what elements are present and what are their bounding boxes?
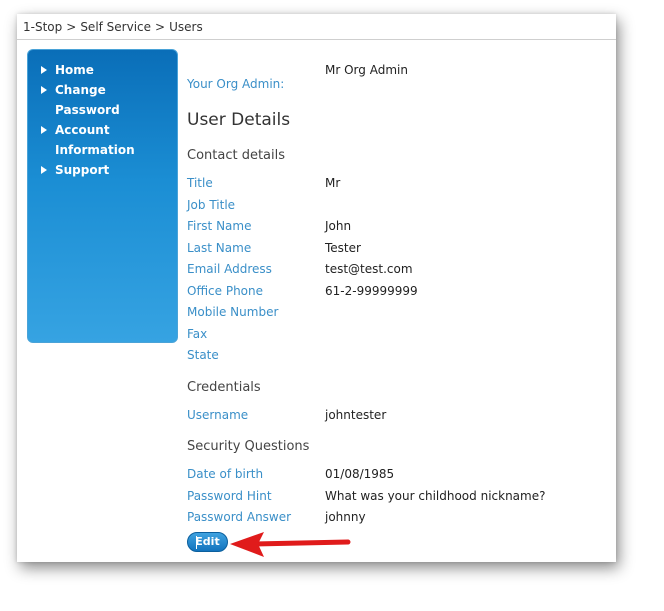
sidebar-item-label: Change (55, 83, 106, 97)
field-label: Fax (187, 327, 208, 341)
field-label: Last Name (187, 241, 252, 255)
field-value: Mr (325, 176, 341, 190)
field-row-mobile-number: Mobile Number (187, 305, 607, 323)
field-label: Your Org Admin: (187, 77, 285, 91)
field-value: johntester (325, 408, 387, 422)
sidebar-item-change-password[interactable]: Change Password (28, 80, 168, 120)
field-label: Date of birth (187, 467, 264, 481)
breadcrumb-link-self-service[interactable]: Self Service (80, 20, 151, 34)
field-row-job-title: Job Title (187, 198, 607, 216)
field-value: test@test.com (325, 262, 413, 276)
sidebar-item-label-line2: Password (55, 103, 120, 117)
field-label: First Name (187, 219, 252, 233)
sidebar-item-home[interactable]: Home (28, 60, 168, 80)
field-row-title: Title Mr (187, 176, 607, 194)
edit-button[interactable]: Edit (187, 532, 228, 552)
field-row-username: Username johntester (187, 408, 607, 426)
sidebar-item-label-line2: Information (55, 143, 135, 157)
field-label: Password Answer (187, 510, 292, 524)
field-label: Mobile Number (187, 305, 279, 319)
triangle-right-icon (41, 166, 47, 174)
main-content: Your Org Admin: Mr Org Admin User Detail… (187, 14, 607, 562)
breadcrumb-separator: > (66, 20, 77, 34)
field-row-office-phone: Office Phone 61-2-99999999 (187, 284, 607, 302)
sidebar-item-label: Support (55, 163, 110, 177)
field-row-first-name: First Name John (187, 219, 607, 237)
field-row-email: Email Address test@test.com (187, 262, 607, 280)
text-cursor (196, 536, 197, 549)
sidebar-item-label: Home (55, 63, 94, 77)
edit-button-label: Edit (195, 535, 220, 548)
field-value: johnny (325, 510, 366, 524)
field-value: What was your childhood nickname? (325, 489, 546, 503)
sidebar-item-support[interactable]: Support (28, 160, 168, 180)
org-admin-row: Your Org Admin: Mr Org Admin (187, 63, 607, 95)
field-label: Title (187, 176, 213, 190)
page-title: User Details (187, 110, 291, 130)
field-label: Username (187, 408, 249, 422)
field-value: Mr Org Admin (325, 63, 408, 77)
breadcrumb-link-1-stop[interactable]: 1-Stop (23, 20, 62, 34)
breadcrumb-separator: > (155, 20, 166, 34)
field-label: Email Address (187, 262, 272, 276)
section-heading-credentials: Credentials (187, 380, 261, 395)
triangle-right-icon (41, 126, 47, 134)
section-heading-contact: Contact details (187, 148, 286, 163)
sidebar-item-account-information[interactable]: Account Information (28, 120, 168, 160)
sidebar-nav: Home Change Password Account Information… (27, 49, 178, 343)
triangle-right-icon (41, 86, 47, 94)
field-value: John (325, 219, 352, 233)
field-value: 61-2-99999999 (325, 284, 418, 298)
field-value: 01/08/1985 (325, 467, 395, 481)
field-label: Job Title (187, 198, 236, 212)
screenshot-frame: 1-Stop > Self Service > Users Home Change Pa… (17, 14, 616, 562)
triangle-right-icon (41, 66, 47, 74)
field-label: State (187, 348, 219, 362)
field-label: Office Phone (187, 284, 264, 298)
field-row-last-name: Last Name Tester (187, 241, 607, 259)
section-heading-security: Security Questions (187, 439, 310, 454)
field-row-password-hint: Password Hint What was your childhood ni… (187, 489, 607, 507)
sidebar-item-label: Account (55, 123, 110, 137)
red-arrow-icon (230, 532, 351, 557)
field-row-date-of-birth: Date of birth 01/08/1985 (187, 467, 607, 485)
field-row-state: State (187, 348, 607, 366)
field-label: Password Hint (187, 489, 272, 503)
field-row-fax: Fax (187, 327, 607, 345)
field-value: Tester (325, 241, 361, 255)
